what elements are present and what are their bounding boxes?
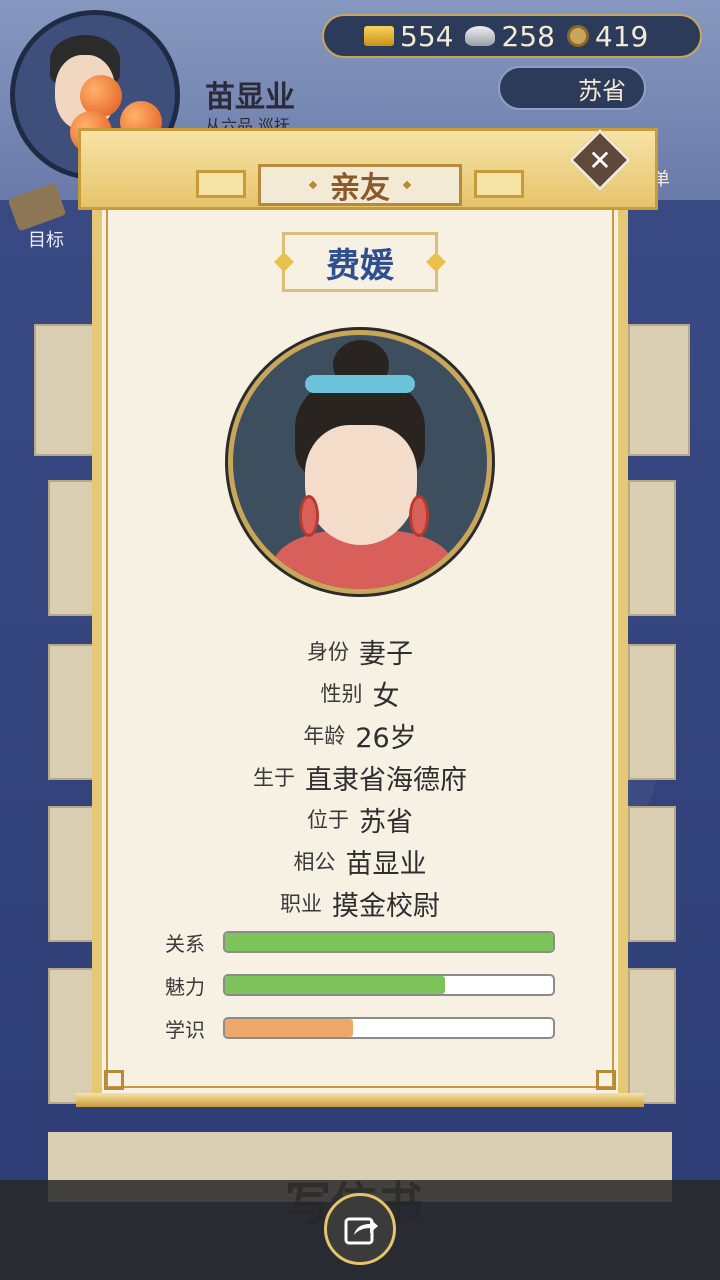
title-dot bbox=[308, 180, 318, 190]
header-ornament-left bbox=[196, 170, 246, 198]
stat-bar-track bbox=[223, 974, 555, 996]
coin-amount: 419 bbox=[594, 19, 649, 53]
header-ornament-right bbox=[474, 170, 524, 198]
dialog-title: 亲友 bbox=[330, 171, 390, 206]
info-label: 年龄 bbox=[303, 724, 346, 748]
background-card bbox=[34, 324, 98, 456]
goal-button[interactable]: 目标 bbox=[28, 226, 64, 252]
gold-amount: 554 bbox=[400, 19, 454, 53]
earring-right bbox=[409, 495, 429, 537]
player-name: 苗显业 bbox=[205, 80, 295, 115]
person-info: 身份 妻子 性别 女 年龄 26岁 生于 直隶省海德府 位于 苏省 相公 苗显业… bbox=[106, 630, 614, 924]
info-label: 身份 bbox=[307, 640, 349, 664]
background-card bbox=[628, 806, 676, 942]
stat-label: 学识 bbox=[165, 1017, 205, 1042]
copper-coin-icon bbox=[566, 25, 589, 47]
silver-amount: 258 bbox=[501, 19, 555, 53]
info-row-location: 位于 苏省 bbox=[106, 798, 614, 840]
gold-ingot-icon bbox=[364, 26, 394, 46]
portrait-hair-ornament bbox=[305, 375, 415, 393]
person-portrait bbox=[228, 330, 492, 594]
info-row-birthplace: 生于 直隶省海德府 bbox=[106, 756, 614, 798]
info-label: 位于 bbox=[307, 808, 349, 832]
location-button[interactable]: 苏省 bbox=[498, 66, 646, 110]
corner-ornament bbox=[104, 1070, 124, 1090]
portrait-face bbox=[305, 425, 417, 545]
info-row-age: 年龄 26岁 bbox=[106, 714, 614, 756]
background-card bbox=[628, 480, 676, 616]
earring-left bbox=[299, 495, 319, 537]
info-row-gender: 性别 女 bbox=[106, 672, 614, 714]
stat-label: 魅力 bbox=[165, 974, 205, 999]
dialog-bottom-bar bbox=[76, 1093, 644, 1107]
info-label: 生于 bbox=[253, 766, 295, 790]
info-value: 女 bbox=[372, 680, 400, 712]
info-value: 妻子 bbox=[359, 638, 413, 670]
stat-label: 关系 bbox=[165, 931, 205, 956]
silver-ingot-icon bbox=[465, 26, 496, 46]
stat-bar-fill bbox=[225, 1019, 353, 1037]
info-value: 苏省 bbox=[359, 806, 413, 838]
person-name: 费媛 bbox=[326, 245, 394, 286]
stat-bar-track bbox=[223, 931, 555, 953]
info-row-husband: 相公 苗显业 bbox=[106, 840, 614, 882]
stat-relationship: 关系 bbox=[165, 930, 565, 956]
info-value: 苗显业 bbox=[345, 848, 427, 880]
close-icon[interactable]: ✕ bbox=[578, 138, 622, 182]
location-label: 苏省 bbox=[578, 76, 626, 105]
background-card bbox=[628, 324, 690, 456]
stat-knowledge: 学识 bbox=[165, 1016, 565, 1042]
stat-charm: 魅力 bbox=[165, 973, 565, 999]
stat-bar-fill bbox=[225, 976, 445, 994]
info-label: 相公 bbox=[293, 850, 336, 874]
name-plaque: 费媛 bbox=[282, 232, 438, 292]
background-card bbox=[628, 644, 676, 780]
title-dot bbox=[402, 180, 412, 190]
currency-bar: 554 258 419 bbox=[322, 14, 702, 58]
stat-bar-track bbox=[223, 1017, 555, 1039]
corner-ornament bbox=[596, 1070, 616, 1090]
info-label: 性别 bbox=[320, 682, 363, 706]
info-row-occupation: 职业 摸金校尉 bbox=[106, 882, 614, 924]
dialog-title-frame: 亲友 bbox=[258, 164, 462, 206]
share-icon bbox=[344, 1217, 378, 1245]
info-value: 26岁 bbox=[355, 722, 417, 754]
info-row-identity: 身份 妻子 bbox=[106, 630, 614, 672]
info-label: 职业 bbox=[280, 892, 322, 916]
share-button[interactable] bbox=[324, 1193, 396, 1265]
info-value: 摸金校尉 bbox=[332, 890, 440, 922]
info-value: 直隶省海德府 bbox=[305, 764, 467, 796]
background-card bbox=[628, 968, 676, 1104]
stat-bar-fill bbox=[225, 933, 553, 951]
